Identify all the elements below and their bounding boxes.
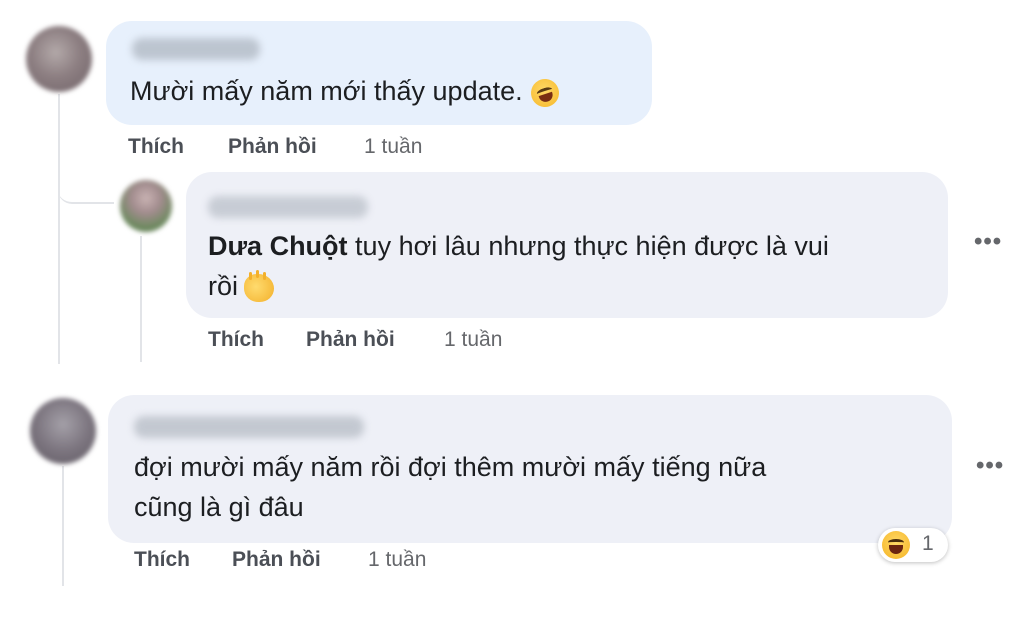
thread-connector bbox=[58, 180, 114, 204]
blurred-author-name[interactable] bbox=[134, 416, 364, 438]
like-button[interactable]: Thích bbox=[208, 328, 264, 352]
comment-text: Dưa Chuột tuy hơi lâu nhưng thực hiện đư… bbox=[208, 231, 829, 302]
reply-button[interactable]: Phản hồi bbox=[232, 548, 321, 572]
mention-link[interactable]: Dưa Chuột bbox=[208, 231, 348, 261]
avatar[interactable] bbox=[120, 180, 172, 232]
reaction-summary[interactable]: 1 bbox=[878, 528, 948, 562]
clapping-emoji-icon bbox=[244, 269, 275, 302]
comment-text: đợi mười mấy năm rồi đợi thêm mười mấy t… bbox=[134, 452, 767, 522]
reaction-count: 1 bbox=[922, 532, 934, 555]
thread-line bbox=[140, 236, 142, 362]
haha-reaction-icon bbox=[882, 531, 910, 559]
thread-line bbox=[62, 466, 64, 586]
more-options-icon[interactable]: ••• bbox=[974, 228, 1002, 256]
blurred-author-name[interactable] bbox=[132, 38, 260, 60]
blurred-author-name[interactable] bbox=[208, 196, 368, 218]
avatar[interactable] bbox=[26, 26, 92, 92]
thread-line bbox=[58, 94, 60, 364]
timestamp[interactable]: 1 tuần bbox=[364, 135, 422, 159]
timestamp[interactable]: 1 tuần bbox=[368, 548, 426, 572]
reply-button[interactable]: Phản hồi bbox=[306, 328, 395, 352]
timestamp[interactable]: 1 tuần bbox=[444, 328, 502, 352]
more-options-icon[interactable]: ••• bbox=[976, 452, 1004, 480]
avatar[interactable] bbox=[30, 398, 96, 464]
reply-button[interactable]: Phản hồi bbox=[228, 135, 317, 159]
like-button[interactable]: Thích bbox=[128, 135, 184, 159]
comment-text: Mười mấy năm mới thấy update. bbox=[130, 71, 563, 111]
like-button[interactable]: Thích bbox=[134, 548, 190, 572]
laughing-emoji-icon bbox=[526, 75, 563, 111]
